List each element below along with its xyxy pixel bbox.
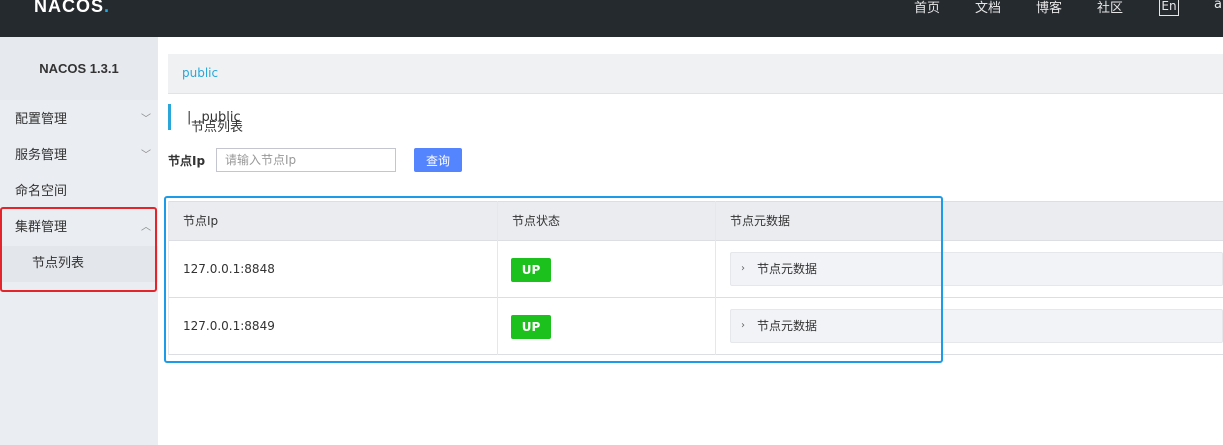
node-ip-cell: 127.0.0.1:8849 <box>183 319 275 333</box>
sidebar-item-node-list[interactable]: 节点列表 <box>0 246 158 282</box>
nav-community[interactable]: 社区 <box>1097 0 1123 16</box>
table-row: 127.0.0.1:8848 UP › 节点元数据 <box>168 241 1223 298</box>
node-metadata-label: 节点元数据 <box>757 262 818 276</box>
page-title: 节点列表 | public <box>168 104 243 135</box>
column-header-node-ip[interactable]: 节点Ip <box>183 202 218 241</box>
table-divider <box>168 201 169 355</box>
chevron-right-icon: › <box>741 320 745 331</box>
column-header-node-metadata[interactable]: 节点元数据 <box>730 202 790 241</box>
sidebar-item-namespace[interactable]: 命名空间 <box>0 174 158 210</box>
query-button[interactable]: 查询 <box>414 148 462 172</box>
node-metadata-expander[interactable]: › 节点元数据 <box>730 309 1223 343</box>
sidebar-version-title: NACOS 1.3.1 <box>0 37 158 100</box>
node-ip-cell: 127.0.0.1:8848 <box>183 262 275 276</box>
nav-docs[interactable]: 文档 <box>975 0 1001 16</box>
user-menu[interactable]: a <box>1214 0 1222 12</box>
table-divider <box>497 201 498 355</box>
status-badge: UP <box>511 258 551 282</box>
table-divider <box>715 201 716 355</box>
nav-blog[interactable]: 博客 <box>1036 0 1062 16</box>
page-title-text: 节点列表 <box>191 120 244 135</box>
chevron-down-icon: ﹀ <box>141 114 151 125</box>
chevron-right-icon: › <box>741 263 745 274</box>
sidebar-subitem-label: 节点列表 <box>32 256 85 271</box>
node-metadata-label: 节点元数据 <box>757 319 818 333</box>
chevron-up-icon: ︿ <box>141 222 151 233</box>
nav-home[interactable]: 首页 <box>914 0 940 16</box>
namespace-link-public[interactable]: public <box>182 66 218 80</box>
sidebar-item-label: 集群管理 <box>15 220 68 235</box>
node-metadata-expander[interactable]: › 节点元数据 <box>730 252 1223 286</box>
top-navbar: NACOS. 首页 文档 博客 社区 En a <box>0 0 1223 37</box>
sidebar-item-label: 配置管理 <box>15 112 68 127</box>
node-ip-search-input[interactable] <box>216 148 396 172</box>
chevron-down-icon: ﹀ <box>141 150 151 161</box>
sidebar-item-service-management[interactable]: 服务管理 ﹀ <box>0 138 158 174</box>
node-ip-filter-label: 节点Ip <box>168 154 206 168</box>
table-row: 127.0.0.1:8849 UP › 节点元数据 <box>168 298 1223 355</box>
table-header: 节点Ip 节点状态 节点元数据 <box>168 201 1223 241</box>
language-switch-button[interactable]: En <box>1159 0 1179 16</box>
sidebar-item-config-management[interactable]: 配置管理 ﹀ <box>0 102 158 138</box>
column-header-node-status[interactable]: 节点状态 <box>512 202 560 241</box>
nacos-logo[interactable]: NACOS. <box>34 0 110 17</box>
sidebar-item-label: 命名空间 <box>15 184 68 199</box>
sidebar-item-cluster-management[interactable]: 集群管理 ︿ <box>0 210 158 246</box>
namespace-bar: public <box>168 54 1223 94</box>
status-badge: UP <box>511 315 551 339</box>
sidebar: NACOS 1.3.1 配置管理 ﹀ 服务管理 ﹀ 命名空间 集群管理 ︿ 节点… <box>0 37 158 445</box>
sidebar-item-label: 服务管理 <box>15 148 68 163</box>
